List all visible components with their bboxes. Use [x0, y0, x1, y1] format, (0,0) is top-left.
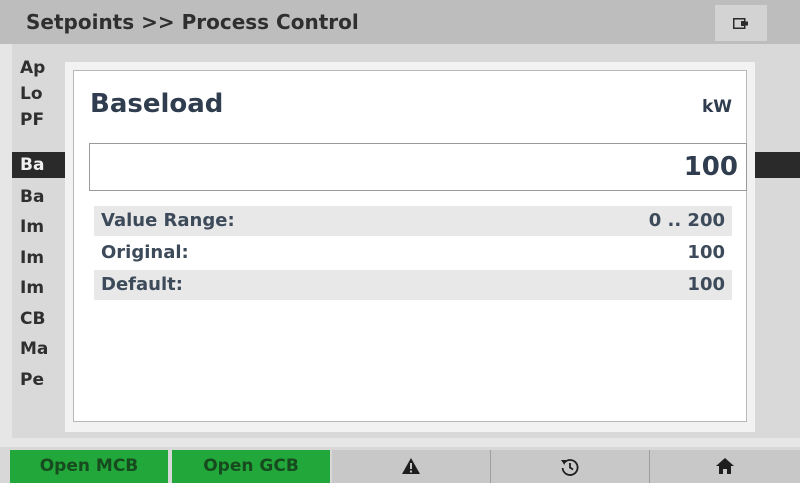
footer-bar: Open MCB Open GCB [0, 438, 800, 483]
home-icon [716, 458, 734, 474]
value-range-value: 0 .. 200 [648, 210, 725, 231]
value-range-row: Value Range: 0 .. 200 [94, 206, 732, 236]
original-label: Original: [101, 242, 189, 263]
home-button[interactable] [650, 450, 800, 483]
open-gcb-button[interactable]: Open GCB [172, 450, 330, 483]
value-input[interactable] [89, 143, 747, 191]
history-button[interactable] [491, 450, 649, 483]
unit-label: kW [701, 97, 732, 117]
status-button[interactable] [715, 5, 767, 41]
battery-icon [733, 18, 748, 29]
setpoint-edit-dialog: Baseload kW Value Range: 0 .. 200 Origin… [65, 62, 755, 432]
dialog-content: Baseload kW Value Range: 0 .. 200 Origin… [73, 70, 747, 422]
alarm-warning-icon [402, 458, 420, 474]
alarm-button[interactable] [332, 450, 490, 483]
default-row: Default: 100 [94, 270, 732, 300]
dialog-title: Baseload [90, 89, 224, 119]
header-bar: Setpoints >> Process Control [0, 0, 800, 44]
default-label: Default: [101, 274, 183, 295]
open-mcb-button[interactable]: Open MCB [10, 450, 168, 483]
default-value: 100 [687, 274, 725, 295]
page-title: Setpoints >> Process Control [26, 10, 359, 34]
footer-separator [0, 438, 800, 447]
original-value: 100 [687, 242, 725, 263]
history-icon [561, 459, 579, 476]
original-row: Original: 100 [94, 238, 732, 268]
value-range-label: Value Range: [101, 210, 235, 231]
